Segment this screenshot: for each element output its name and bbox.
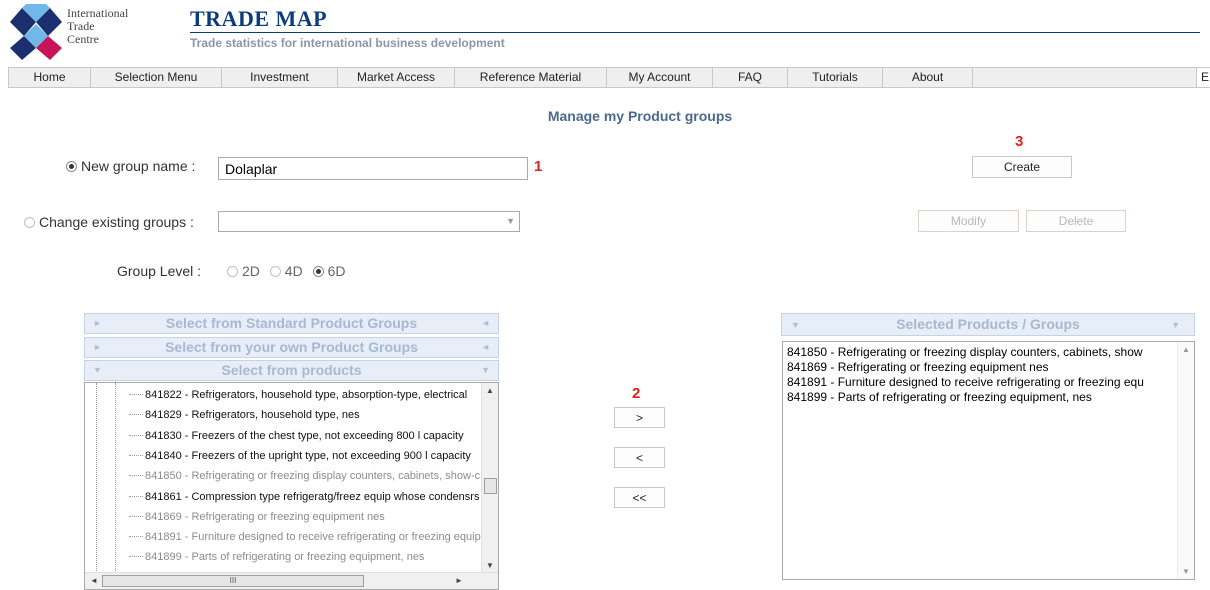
tree-item[interactable]: 841861 - Compression type refrigeratg/fr… [129,491,479,503]
tree-item[interactable]: 841822 - Refrigerators, household type, … [129,389,467,401]
nav-tutorials[interactable]: Tutorials [788,68,883,87]
tree-guide [96,383,97,573]
scroll-right-icon[interactable]: ► [455,576,463,585]
brand-subtitle: Trade statistics for international busin… [190,36,505,50]
selected-products-header: ▼ Selected Products / Groups ▼ [781,313,1195,336]
tree-item-label: 841899 - Parts of refrigerating or freez… [145,551,425,563]
tree-item[interactable]: 841830 - Freezers of the chest type, not… [129,430,464,442]
change-existing-option[interactable]: Change existing groups : [24,214,194,230]
brand-title[interactable]: TRADE MAP [190,6,327,32]
annotation-step-2: 2 [632,385,641,402]
level-6d-radio[interactable] [312,266,324,277]
tree-item[interactable]: 841850 - Refrigerating or freezing displ… [129,470,480,482]
tree-item-label: 841829 - Refrigerators, household type, … [145,409,360,421]
change-existing-radio[interactable] [24,217,35,228]
tree-item-label: 841861 - Compression type refrigeratg/fr… [145,491,480,503]
selected-item[interactable]: 841899 - Parts of refrigerating or freez… [787,390,1092,404]
annotation-step-3: 3 [1015,133,1024,150]
scroll-left-icon[interactable]: ◄ [90,576,98,585]
products-label: Select from products [221,362,362,378]
scroll-thumb[interactable] [484,478,497,494]
own-groups-header[interactable]: ► Select from your own Product Groups ◄ [84,337,499,358]
scroll-up-icon[interactable]: ▲ [486,386,494,395]
new-group-radio[interactable] [66,161,77,172]
nav-reference-material[interactable]: Reference Material [455,68,607,87]
product-tree[interactable]: 841822 - Refrigerators, household type, … [84,382,499,590]
dropdown-arrow-icon: ▼ [506,216,515,226]
scroll-down-icon[interactable]: ▼ [1182,567,1190,576]
nav-faq[interactable]: FAQ [713,68,788,87]
horizontal-scrollbar[interactable]: ◄ III ► [85,572,498,589]
expand-arrow-icon: ► [93,342,102,352]
modify-button[interactable]: Modify [918,210,1019,232]
tree-item[interactable]: 841891 - Furniture designed to receive r… [129,531,481,543]
itc-logo-icon [10,4,62,60]
tree-guide [115,383,116,573]
language-selector[interactable]: E [1196,67,1210,88]
page-title: Manage my Product groups [547,108,733,124]
group-level-label: Group Level : [117,263,202,279]
tree-item-label: 841840 - Freezers of the upright type, n… [145,450,471,462]
expand-arrow-icon: ► [93,318,102,328]
brand-divider [190,32,1200,33]
new-group-label: New group name : [81,158,196,174]
level-2d-radio[interactable] [227,266,238,277]
delete-button[interactable]: Delete [1026,210,1126,232]
tree-item[interactable]: 841869 - Refrigerating or freezing equip… [129,511,385,523]
selected-products-list[interactable]: 841850 - Refrigerating or freezing displ… [782,341,1195,580]
nav-investment[interactable]: Investment [222,68,338,87]
selected-item[interactable]: 841850 - Refrigerating or freezing displ… [787,345,1143,359]
expanded-arrow-icon: ▼ [481,365,490,375]
tree-item-label: 841822 - Refrigerators, household type, … [145,389,468,401]
vertical-scrollbar[interactable]: ▲ ▼ [481,383,498,573]
standard-groups-header[interactable]: ► Select from Standard Product Groups ◄ [84,313,499,334]
tree-item[interactable]: 841840 - Freezers of the upright type, n… [129,450,471,462]
logo-line: Centre [67,32,99,46]
expanded-arrow-icon: ▼ [791,320,800,330]
nav-market-access[interactable]: Market Access [338,68,455,87]
annotation-step-1: 1 [534,158,543,175]
main-nav: Home Selection Menu Investment Market Ac… [8,67,1210,88]
scroll-down-icon[interactable]: ▼ [486,561,494,570]
selected-products-title: Selected Products / Groups [896,316,1080,332]
change-existing-label: Change existing groups : [39,214,194,230]
tree-item-label: 841869 - Refrigerating or freezing equip… [145,511,385,523]
selected-item[interactable]: 841891 - Furniture designed to receive r… [787,375,1144,389]
collapse-arrow-icon: ◄ [481,318,490,328]
tree-item-label: 841891 - Furniture designed to receive r… [145,531,481,543]
products-header[interactable]: ▼ Select from products ▼ [84,360,499,381]
tree-item[interactable]: 841829 - Refrigerators, household type, … [129,409,360,421]
remove-all-button[interactable]: << [614,487,665,508]
new-group-option[interactable]: New group name : [66,158,195,174]
add-selected-button[interactable]: > [614,407,665,428]
expanded-arrow-icon: ▼ [93,365,102,375]
site-header: International Trade Centre TRADE MAP Tra… [0,0,1210,64]
logo-text: International Trade Centre [67,7,128,46]
tree-item-label: 841850 - Refrigerating or freezing displ… [145,470,481,482]
standard-groups-label: Select from Standard Product Groups [165,315,418,331]
level-2d-label[interactable]: 2D [242,263,260,279]
own-groups-label: Select from your own Product Groups [165,339,418,355]
nav-my-account[interactable]: My Account [607,68,713,87]
nav-about[interactable]: About [883,68,973,87]
level-4d-radio[interactable] [269,266,281,277]
remove-selected-button[interactable]: < [614,447,665,468]
create-button[interactable]: Create [972,156,1072,178]
tree-item[interactable]: 841899 - Parts of refrigerating or freez… [129,551,424,563]
level-4d-label[interactable]: 4D [285,263,303,279]
scroll-up-icon[interactable]: ▲ [1182,345,1190,354]
nav-selection-menu[interactable]: Selection Menu [91,68,222,87]
vertical-scrollbar[interactable]: ▲ ▼ [1177,342,1194,579]
level-6d-label[interactable]: 6D [328,263,346,279]
nav-home[interactable]: Home [9,68,91,87]
existing-groups-select[interactable]: ▼ [218,211,520,232]
tree-item-label: 841830 - Freezers of the chest type, not… [145,430,464,442]
selected-item[interactable]: 841869 - Refrigerating or freezing equip… [787,360,1049,374]
collapse-arrow-icon: ◄ [481,342,490,352]
group-name-input[interactable] [218,157,528,180]
scroll-thumb[interactable]: III [102,575,364,587]
group-level-options: 2D 4D 6D [227,263,346,279]
expanded-arrow-icon: ▼ [1171,320,1180,330]
